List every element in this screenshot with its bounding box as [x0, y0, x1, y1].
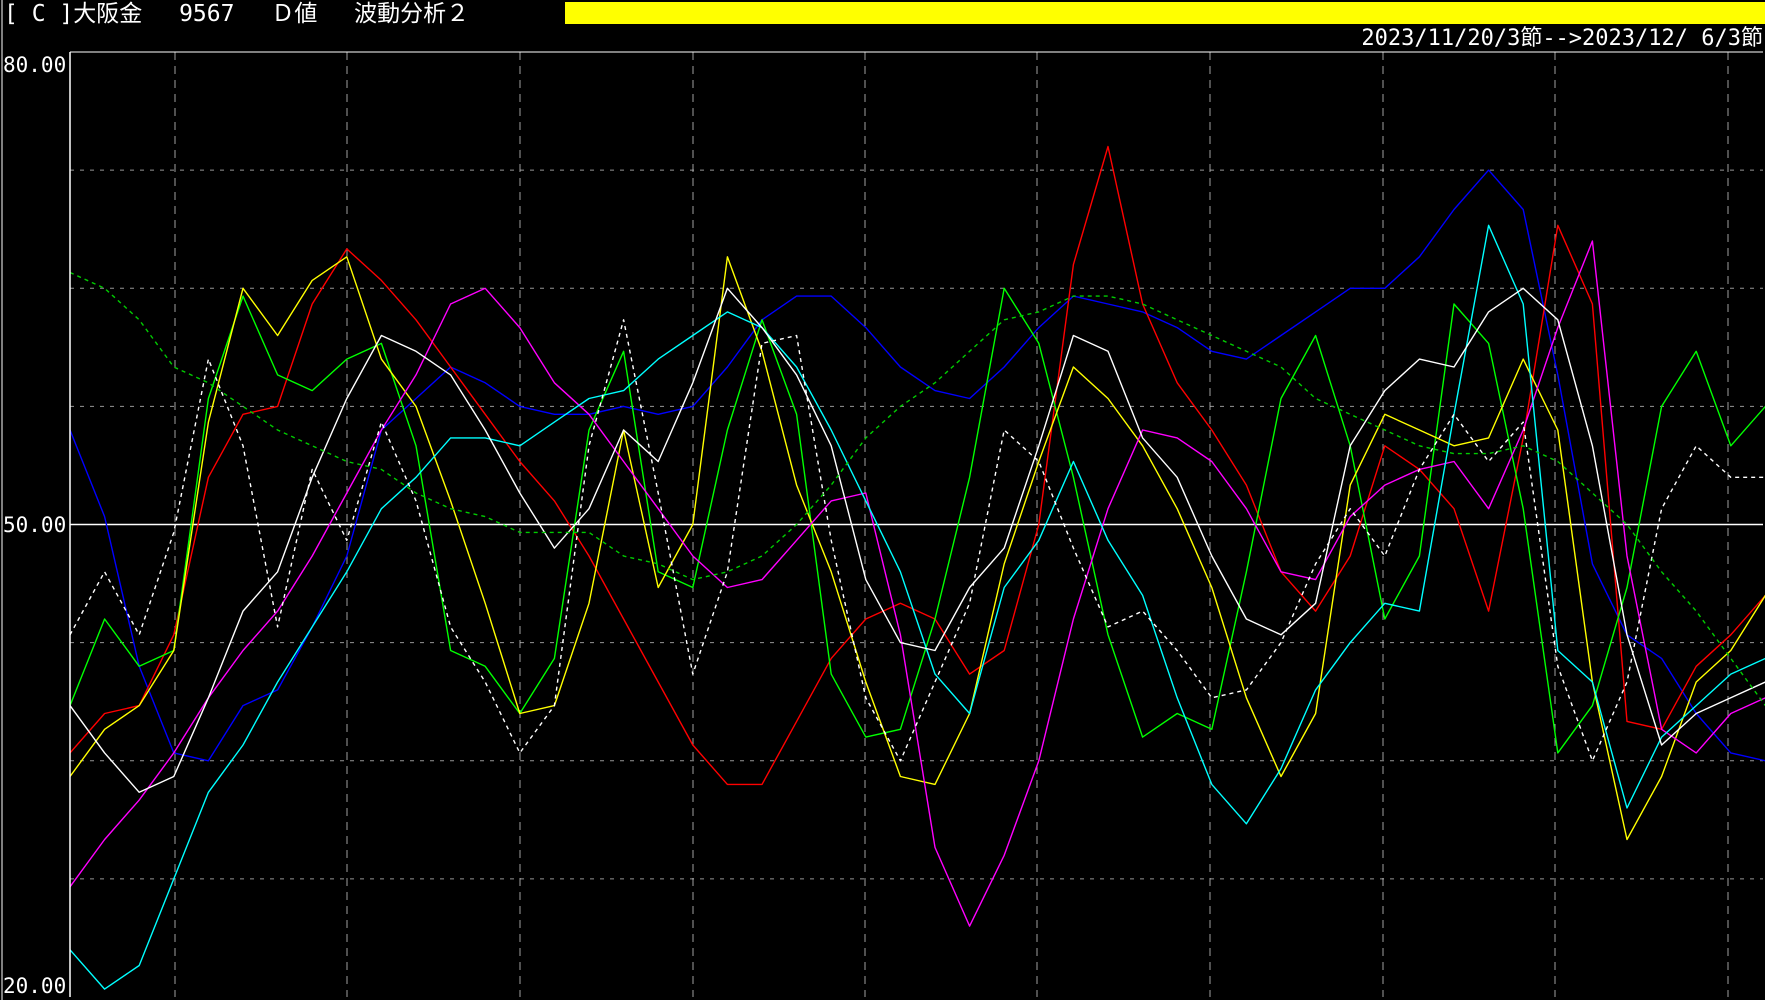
series-line-1 [69, 145, 1765, 786]
plot-frame [1, 0, 1763, 1000]
y-tick-label-mid: 50.00 [3, 512, 67, 537]
series-line-0 [69, 169, 1765, 762]
y-tick-label-top: 80.00 [3, 53, 67, 77]
series-lines [69, 145, 1765, 990]
series-line-8 [69, 271, 1765, 707]
series-line-3 [69, 256, 1765, 841]
wave-analysis-chart[interactable] [0, 0, 1765, 1000]
series-line-5 [69, 224, 1765, 990]
series-line-2 [69, 287, 1765, 754]
y-tick-label-bottom: 20.00 [3, 974, 67, 998]
series-line-4 [69, 240, 1765, 927]
series-line-6 [69, 287, 1765, 793]
